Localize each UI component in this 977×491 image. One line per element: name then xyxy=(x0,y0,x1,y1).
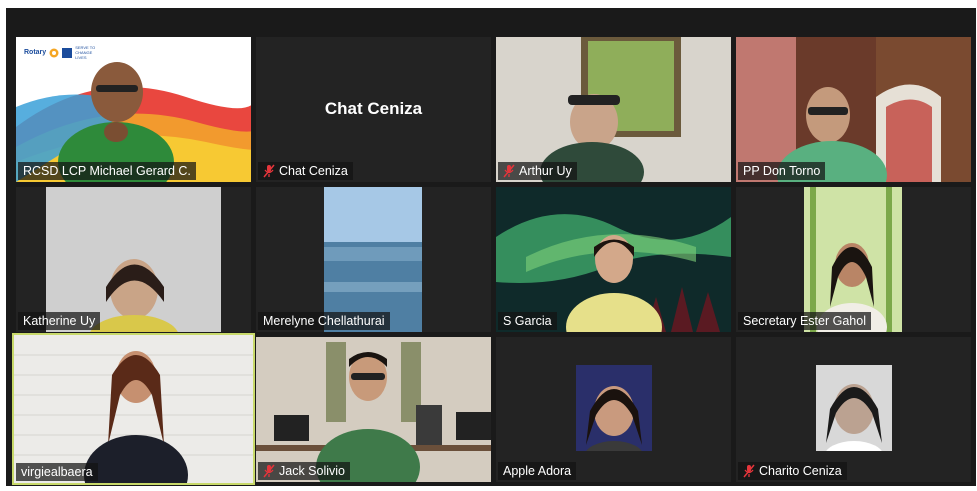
rotary-logo: Rotary SERVE TO CHANGE LIVES xyxy=(24,45,101,60)
participant-name: Secretary Ester Gahol xyxy=(743,314,866,328)
serve-logo-icon xyxy=(62,47,73,58)
participant-name: Jack Solivio xyxy=(279,464,345,478)
gallery-view: Rotary SERVE TO CHANGE LIVES RCSD LCP Mi… xyxy=(6,8,976,486)
participant-name: Merelyne Chellathurai xyxy=(263,314,385,328)
participant-tile[interactable]: Rotary SERVE TO CHANGE LIVES RCSD LCP Mi… xyxy=(16,37,251,182)
participant-tile[interactable]: Chat Ceniza Chat Ceniza xyxy=(256,37,491,182)
participant-name: Chat Ceniza xyxy=(279,164,348,178)
participant-video: Rotary SERVE TO CHANGE LIVES xyxy=(16,37,251,182)
participant-nameplate: Merelyne Chellathurai xyxy=(258,312,390,330)
aurora-background xyxy=(496,187,731,332)
participant-video xyxy=(496,37,731,182)
profile-photo xyxy=(576,365,652,451)
participant-tile[interactable]: PP Don Torno xyxy=(736,37,971,182)
participant-name: Arthur Uy xyxy=(519,164,572,178)
participant-nameplate: RCSD LCP Michael Gerard C. xyxy=(18,162,196,180)
home-background xyxy=(496,37,731,182)
participant-name: Charito Ceniza xyxy=(759,464,842,478)
participant-video xyxy=(324,187,422,332)
brick-wall-background xyxy=(14,335,253,483)
participant-tile[interactable]: Arthur Uy xyxy=(496,37,731,182)
participant-video xyxy=(736,37,971,182)
home-background xyxy=(736,37,971,182)
participant-nameplate: Katherine Uy xyxy=(18,312,101,330)
muted-mic-icon xyxy=(263,464,275,478)
participant-name: PP Don Torno xyxy=(743,164,821,178)
muted-mic-icon xyxy=(263,164,275,178)
muted-mic-icon xyxy=(503,164,515,178)
participant-photo xyxy=(816,365,892,451)
participant-video xyxy=(496,187,731,332)
participant-photo xyxy=(576,365,652,451)
participant-tile[interactable]: Charito Ceniza xyxy=(736,337,971,482)
participant-nameplate: Arthur Uy xyxy=(498,162,577,180)
plain-wall-background xyxy=(46,187,221,332)
participant-video xyxy=(14,335,253,483)
participant-nameplate: PP Don Torno xyxy=(738,162,826,180)
participant-nameplate: S Garcia xyxy=(498,312,557,330)
participant-name: RCSD LCP Michael Gerard C. xyxy=(23,164,191,178)
participant-display-name: Chat Ceniza xyxy=(324,99,423,118)
participant-name: virgiealbaera xyxy=(21,465,93,479)
sea-background xyxy=(324,187,422,332)
participant-video xyxy=(804,187,902,332)
participant-nameplate: Chat Ceniza xyxy=(258,162,353,180)
participant-nameplate: Charito Ceniza xyxy=(738,462,847,480)
participant-nameplate: Jack Solivio xyxy=(258,462,350,480)
participant-tile[interactable]: Merelyne Chellathurai xyxy=(256,187,491,332)
participant-tile-active-speaker[interactable]: virgiealbaera xyxy=(12,333,255,485)
participant-video xyxy=(256,337,491,482)
rotary-tagline: SERVE TO CHANGE LIVES xyxy=(75,45,96,60)
rotary-wheel-icon xyxy=(49,48,59,57)
bamboo-background xyxy=(804,187,902,332)
muted-mic-icon xyxy=(743,464,755,478)
participant-name: Katherine Uy xyxy=(23,314,96,328)
participant-nameplate: Apple Adora xyxy=(498,462,577,480)
participant-nameplate: virgiealbaera xyxy=(16,463,98,481)
participant-video xyxy=(46,187,221,332)
office-background xyxy=(256,337,491,482)
participant-tile[interactable]: Katherine Uy xyxy=(16,187,251,332)
participant-name: S Garcia xyxy=(503,314,552,328)
participant-nameplate: Secretary Ester Gahol xyxy=(738,312,871,330)
profile-photo xyxy=(816,365,892,451)
participant-name: Apple Adora xyxy=(503,464,572,478)
participant-tile[interactable]: S Garcia xyxy=(496,187,731,332)
rotary-logo-text: Rotary xyxy=(24,49,47,56)
participant-tile[interactable]: Secretary Ester Gahol xyxy=(736,187,971,332)
participant-tile[interactable]: Jack Solivio xyxy=(256,337,491,482)
participant-tile[interactable]: Apple Adora xyxy=(496,337,731,482)
